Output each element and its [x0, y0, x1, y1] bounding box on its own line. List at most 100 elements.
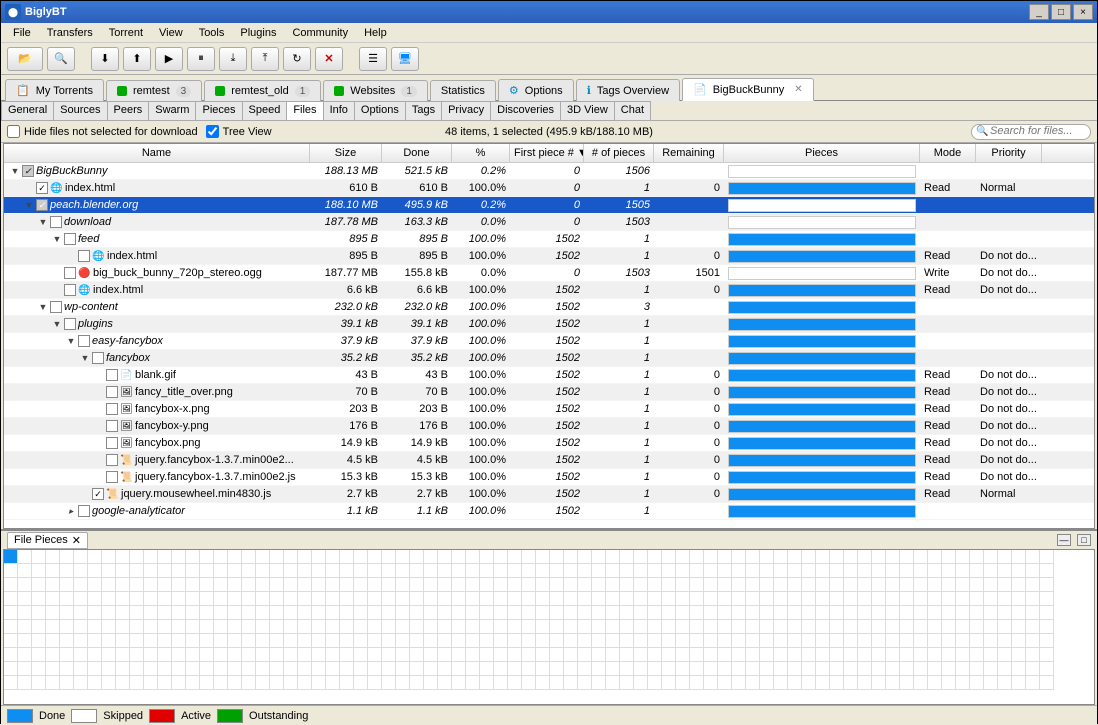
column-header[interactable]: %	[452, 144, 510, 162]
table-row[interactable]: 📄blank.gif43 B43 B100.0%150210ReadDo not…	[4, 367, 1094, 384]
subtab-pieces[interactable]: Pieces	[195, 101, 242, 120]
tree-toggle-icon[interactable]: ▼	[24, 200, 34, 210]
open-button[interactable]: 📂	[7, 47, 43, 71]
table-row[interactable]: 🌐index.html6.6 kB6.6 kB100.0%150210ReadD…	[4, 282, 1094, 299]
row-checkbox[interactable]	[50, 301, 62, 313]
remove-button[interactable]: ✕	[315, 47, 343, 71]
table-row[interactable]: ▸google-analyticator1.1 kB1.1 kB100.0%15…	[4, 503, 1094, 520]
close-button[interactable]: ×	[1073, 4, 1093, 20]
queue-top-button[interactable]: ⤒	[251, 47, 279, 71]
tree-toggle-icon[interactable]: ▼	[38, 302, 48, 312]
queue-down-button[interactable]: ⬇	[91, 47, 119, 71]
menu-file[interactable]: File	[7, 25, 37, 41]
tree-toggle-icon[interactable]: ▼	[38, 217, 48, 227]
row-checkbox[interactable]	[78, 250, 90, 262]
search-button[interactable]: 🔍	[47, 47, 75, 71]
subtab-info[interactable]: Info	[323, 101, 355, 120]
table-row[interactable]: ▼BigBuckBunny188.13 MB521.5 kB0.2%01506	[4, 163, 1094, 180]
row-checkbox[interactable]	[64, 267, 76, 279]
table-row[interactable]: ▼fancybox35.2 kB35.2 kB100.0%15021	[4, 350, 1094, 367]
subtab-tags[interactable]: Tags	[405, 101, 442, 120]
menu-view[interactable]: View	[153, 25, 189, 41]
minimize-button[interactable]: _	[1029, 4, 1049, 20]
column-header[interactable]: Mode	[920, 144, 976, 162]
table-row[interactable]: ▼wp-content232.0 kB232.0 kB100.0%15023	[4, 299, 1094, 316]
row-checkbox[interactable]	[50, 216, 62, 228]
queue-up-button[interactable]: ⬆	[123, 47, 151, 71]
table-row[interactable]: 🌐index.html610 B610 B100.0%010ReadNormal	[4, 180, 1094, 197]
row-checkbox[interactable]	[106, 420, 118, 432]
tab-remtest[interactable]: remtest3	[106, 80, 202, 101]
tree-toggle-icon[interactable]: ▼	[66, 336, 76, 346]
subtab-swarm[interactable]: Swarm	[148, 101, 196, 120]
column-header[interactable]: # of pieces	[584, 144, 654, 162]
row-checkbox[interactable]	[92, 352, 104, 364]
table-row[interactable]: ▼feed895 B895 B100.0%15021	[4, 231, 1094, 248]
maximize-panel-button[interactable]: □	[1077, 534, 1091, 546]
start-button[interactable]: ▶	[155, 47, 183, 71]
tree-view-checkbox[interactable]: Tree View	[206, 125, 272, 138]
table-row[interactable]: 🖼fancybox.png14.9 kB14.9 kB100.0%150210R…	[4, 435, 1094, 452]
tab-remtest_old[interactable]: remtest_old1	[204, 80, 321, 101]
tree-toggle-icon[interactable]: ▼	[80, 353, 90, 363]
column-header[interactable]: Name	[4, 144, 310, 162]
table-row[interactable]: 🔴big_buck_bunny_720p_stereo.ogg187.77 MB…	[4, 265, 1094, 282]
menu-plugins[interactable]: Plugins	[234, 25, 282, 41]
row-checkbox[interactable]	[106, 471, 118, 483]
menu-tools[interactable]: Tools	[193, 25, 231, 41]
minimize-panel-button[interactable]: —	[1057, 534, 1071, 546]
column-header[interactable]: Done	[382, 144, 452, 162]
row-checkbox[interactable]	[106, 454, 118, 466]
table-row[interactable]: 📜jquery.mousewheel.min4830.js2.7 kB2.7 k…	[4, 486, 1094, 503]
row-checkbox[interactable]	[64, 233, 76, 245]
file-search[interactable]	[971, 124, 1091, 140]
row-checkbox[interactable]	[106, 437, 118, 449]
tab-bigbuckbunny[interactable]: 📄BigBuckBunny✕	[682, 78, 814, 101]
tree-toggle-icon[interactable]: ▼	[10, 166, 20, 176]
search-input[interactable]	[990, 125, 1084, 137]
row-checkbox[interactable]	[78, 335, 90, 347]
hide-files-checkbox[interactable]: Hide files not selected for download	[7, 125, 198, 138]
subtab-privacy[interactable]: Privacy	[441, 101, 491, 120]
close-icon[interactable]: ✕	[72, 534, 81, 547]
menu-help[interactable]: Help	[358, 25, 393, 41]
refresh-button[interactable]: ↻	[283, 47, 311, 71]
row-checkbox[interactable]	[36, 199, 48, 211]
table-row[interactable]: ▼download187.78 MB163.3 kB0.0%01503	[4, 214, 1094, 231]
column-header[interactable]: Priority	[976, 144, 1042, 162]
tree-toggle-icon[interactable]: ▼	[52, 319, 62, 329]
menu-torrent[interactable]: Torrent	[103, 25, 149, 41]
row-checkbox[interactable]	[106, 403, 118, 415]
tab-tags-overview[interactable]: ℹTags Overview	[576, 79, 680, 101]
table-row[interactable]: 📜jquery.fancybox-1.3.7.min00e2...4.5 kB4…	[4, 452, 1094, 469]
view-remote-button[interactable]: 🖥	[391, 47, 419, 71]
stop-button[interactable]: ⏸	[187, 47, 215, 71]
row-checkbox[interactable]	[106, 369, 118, 381]
menu-transfers[interactable]: Transfers	[41, 25, 99, 41]
tab-options[interactable]: ⚙Options	[498, 79, 574, 101]
column-header[interactable]: Remaining	[654, 144, 724, 162]
menu-community[interactable]: Community	[286, 25, 354, 41]
subtab-speed[interactable]: Speed	[242, 101, 288, 120]
table-row[interactable]: 📜jquery.fancybox-1.3.7.min00e2.js15.3 kB…	[4, 469, 1094, 486]
row-checkbox[interactable]	[64, 318, 76, 330]
view-list-button[interactable]: ☰	[359, 47, 387, 71]
subtab-general[interactable]: General	[1, 101, 54, 120]
table-row[interactable]: ▼easy-fancybox37.9 kB37.9 kB100.0%15021	[4, 333, 1094, 350]
table-row[interactable]: ▼peach.blender.org188.10 MB495.9 kB0.2%0…	[4, 197, 1094, 214]
table-row[interactable]: 🖼fancy_title_over.png70 B70 B100.0%15021…	[4, 384, 1094, 401]
file-pieces-tab[interactable]: File Pieces ✕	[7, 532, 88, 549]
subtab-3d-view[interactable]: 3D View	[560, 101, 615, 120]
queue-bottom-button[interactable]: ⤓	[219, 47, 247, 71]
tab-websites[interactable]: Websites1	[323, 80, 428, 101]
table-row[interactable]: 🖼fancybox-y.png176 B176 B100.0%150210Rea…	[4, 418, 1094, 435]
subtab-peers[interactable]: Peers	[107, 101, 150, 120]
maximize-button[interactable]: □	[1051, 4, 1071, 20]
subtab-discoveries[interactable]: Discoveries	[490, 101, 561, 120]
table-row[interactable]: ▼plugins39.1 kB39.1 kB100.0%15021	[4, 316, 1094, 333]
table-row[interactable]: 🌐index.html895 B895 B100.0%150210ReadDo …	[4, 248, 1094, 265]
row-checkbox[interactable]	[36, 182, 48, 194]
subtab-options[interactable]: Options	[354, 101, 406, 120]
row-checkbox[interactable]	[92, 488, 104, 500]
row-checkbox[interactable]	[78, 505, 90, 517]
